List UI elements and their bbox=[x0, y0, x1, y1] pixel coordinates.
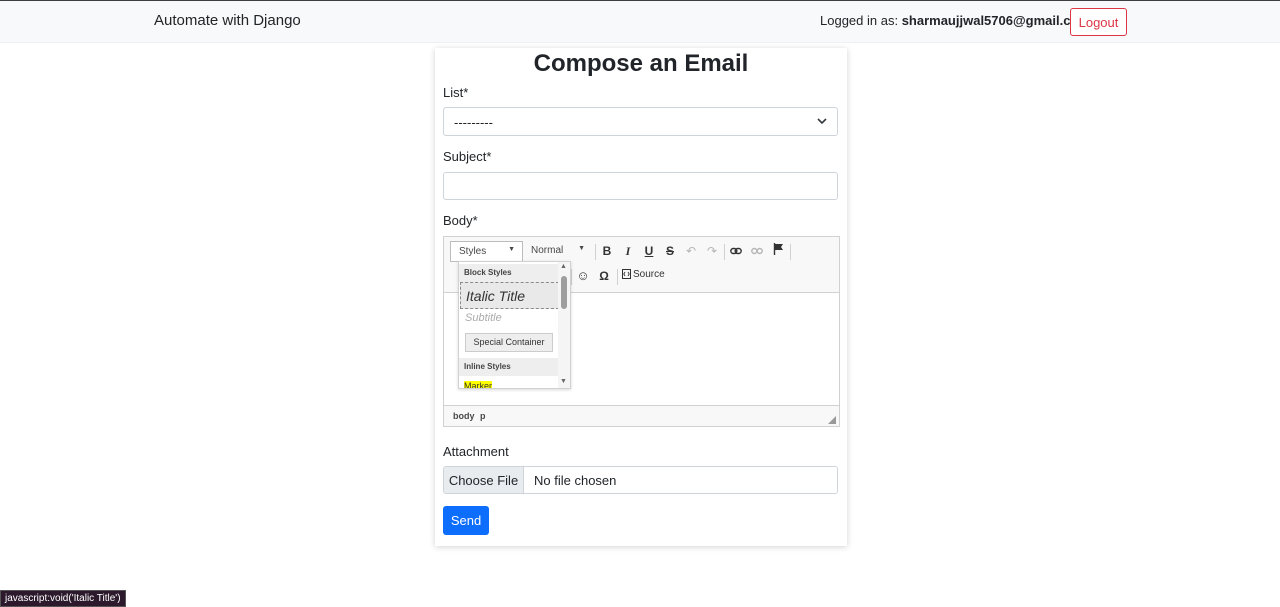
body-label: Body* bbox=[443, 213, 478, 228]
dropdown-scrollbar[interactable]: ▲ ▼ bbox=[558, 262, 570, 388]
styles-dropdown-panel: Block Styles Italic Title Subtitle Speci… bbox=[458, 261, 571, 389]
rich-text-editor: Styles ▼ Normal ▼ B I U S ↶ ↷ ☺ Ω Source… bbox=[443, 236, 840, 427]
brand-link[interactable]: Automate with Django bbox=[154, 12, 301, 29]
special-char-icon[interactable]: Ω bbox=[595, 267, 613, 285]
inline-styles-header: Inline Styles bbox=[459, 358, 559, 376]
underline-icon[interactable]: U bbox=[640, 242, 658, 260]
path-item-body[interactable]: body bbox=[453, 411, 475, 421]
toolbar-separator bbox=[571, 269, 572, 285]
anchor-flag-icon[interactable] bbox=[769, 242, 787, 260]
caret-down-icon: ▼ bbox=[578, 245, 585, 252]
italic-icon[interactable]: I bbox=[619, 242, 637, 260]
style-option-italic-title[interactable]: Italic Title bbox=[460, 282, 559, 309]
source-button[interactable]: Source bbox=[622, 269, 665, 280]
link-status-preview: javascript:void('Italic Title') bbox=[0, 590, 126, 607]
path-item-p[interactable]: p bbox=[480, 411, 486, 421]
unlink-icon[interactable] bbox=[748, 242, 766, 260]
source-icon bbox=[622, 269, 631, 279]
list-select-value: --------- bbox=[454, 115, 493, 130]
user-email: sharmaujjwal5706@gmail.com bbox=[901, 13, 1090, 28]
logged-in-info: Logged in as: sharmaujjwal5706@gmail.com bbox=[820, 13, 1090, 28]
scroll-up-icon[interactable]: ▲ bbox=[560, 263, 567, 270]
unlink-glyph bbox=[751, 247, 763, 255]
chevron-down-icon bbox=[817, 118, 827, 125]
subject-label: Subject* bbox=[443, 149, 492, 164]
send-button[interactable]: Send bbox=[443, 506, 489, 535]
navbar: Automate with Django Logged in as: sharm… bbox=[0, 1, 1280, 43]
flag-glyph bbox=[773, 243, 783, 255]
format-combo[interactable]: Normal ▼ bbox=[526, 241, 592, 262]
styles-combo-label: Styles bbox=[459, 246, 487, 257]
logged-in-prefix: Logged in as: bbox=[820, 13, 902, 28]
choose-file-button[interactable]: Choose File bbox=[444, 467, 524, 493]
toolbar-separator bbox=[617, 269, 618, 285]
attachment-file-input[interactable]: Choose File No file chosen bbox=[443, 466, 838, 494]
toolbar-separator bbox=[595, 244, 596, 260]
logout-button[interactable]: Logout bbox=[1070, 8, 1127, 36]
page-title: Compose an Email bbox=[533, 50, 749, 77]
link-icon[interactable] bbox=[727, 242, 745, 260]
subject-input[interactable] bbox=[443, 172, 838, 200]
style-option-subtitle[interactable]: Subtitle bbox=[465, 312, 502, 324]
file-status: No file chosen bbox=[534, 473, 617, 488]
list-select[interactable]: --------- bbox=[443, 107, 838, 136]
resize-handle-icon[interactable] bbox=[828, 416, 836, 424]
toolbar-separator bbox=[724, 244, 725, 260]
block-styles-header: Block Styles bbox=[459, 264, 559, 282]
attachment-label: Attachment bbox=[443, 444, 509, 459]
strike-icon[interactable]: S bbox=[661, 242, 679, 260]
format-combo-label: Normal bbox=[531, 245, 564, 256]
scroll-thumb[interactable] bbox=[561, 276, 567, 309]
redo-icon[interactable]: ↷ bbox=[703, 242, 721, 260]
source-label: Source bbox=[633, 269, 665, 280]
editor-path-bar: body p bbox=[444, 405, 839, 426]
styles-combo[interactable]: Styles ▼ bbox=[450, 241, 523, 262]
link-glyph bbox=[730, 247, 742, 255]
list-label: List* bbox=[443, 85, 469, 100]
scroll-down-icon[interactable]: ▼ bbox=[560, 378, 567, 385]
toolbar-separator bbox=[790, 244, 791, 260]
undo-icon[interactable]: ↶ bbox=[682, 242, 700, 260]
style-option-marker[interactable]: Marker bbox=[464, 381, 493, 388]
compose-card: Compose an Email List* --------- Subject… bbox=[435, 48, 847, 546]
caret-down-icon: ▼ bbox=[508, 246, 515, 253]
style-option-special-container[interactable]: Special Container bbox=[465, 333, 553, 352]
bold-icon[interactable]: B bbox=[598, 242, 616, 260]
smiley-icon[interactable]: ☺ bbox=[574, 267, 592, 285]
